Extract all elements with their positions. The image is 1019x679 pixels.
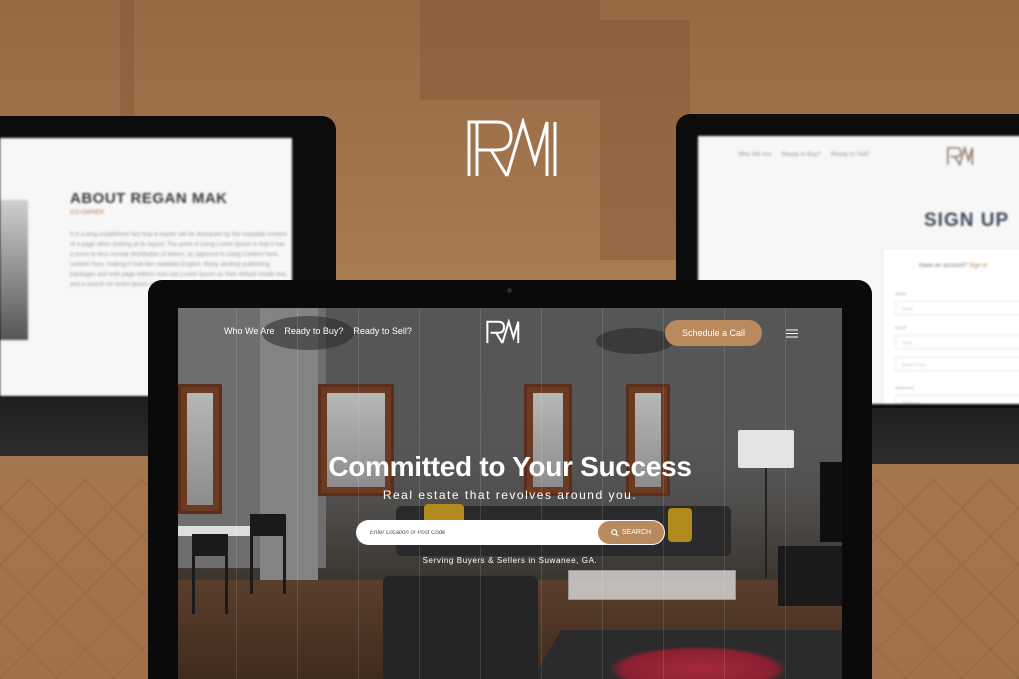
- signup-card: Have an account? Sign in Name* Name Emai…: [882, 248, 1019, 404]
- camera: [507, 288, 512, 293]
- bg-shelf: [420, 0, 600, 100]
- nav-ready-to-buy[interactable]: Ready to Buy?: [284, 326, 343, 336]
- preview-nav: Who We Are Ready to Buy? Ready to Sell?: [738, 152, 870, 158]
- email-field[interactable]: Email: [895, 335, 1019, 349]
- phone-field[interactable]: Mobile Phone: [895, 357, 1019, 371]
- nav-ready-to-sell[interactable]: Ready to Sell?: [353, 326, 412, 336]
- rm-logo-icon[interactable]: [485, 319, 523, 345]
- signup-title: SIGN UP: [924, 210, 1010, 231]
- rm-logo-icon: [947, 146, 974, 166]
- search-icon: [611, 528, 619, 537]
- name-field[interactable]: Name: [895, 301, 1019, 315]
- about-subtitle: CO-OWNER: [70, 210, 104, 216]
- field-label: Email*: [895, 325, 907, 330]
- search-button-label: SEARCH: [621, 529, 652, 536]
- preview-nav-item: Ready to Buy?: [781, 152, 821, 158]
- search-bar: SEARCH: [356, 520, 665, 545]
- hero-subtitle: Real estate that revolves around you.: [382, 488, 638, 502]
- password-field[interactable]: Password: [895, 395, 1019, 404]
- field-label: Password*: [895, 385, 915, 390]
- have-account-label: Have an account?: [919, 263, 968, 269]
- preview-nav-item: Who We Are: [738, 152, 772, 158]
- have-account-text: Have an account? Sign in: [919, 263, 987, 269]
- main-nav: Who We Are Ready to Buy? Ready to Sell?: [224, 326, 412, 336]
- about-title: ABOUT REGAN MAK: [70, 190, 228, 207]
- homepage-screen: Who We Are Ready to Buy? Ready to Sell? …: [178, 308, 842, 679]
- serving-text: Serving Buyers & Sellers in Suwanee, GA.: [422, 556, 598, 565]
- about-photo: [0, 200, 28, 340]
- hero-title: Committed to Your Success: [328, 451, 692, 482]
- main-laptop: Who We Are Ready to Buy? Ready to Sell? …: [148, 280, 872, 679]
- search-input[interactable]: [370, 520, 590, 545]
- rm-logo-icon: [467, 118, 557, 177]
- preview-nav-item: Ready to Sell?: [830, 152, 870, 158]
- nav-who-we-are[interactable]: Who We Are: [224, 326, 274, 336]
- field-label: Name*: [895, 291, 908, 296]
- search-button[interactable]: SEARCH: [598, 521, 664, 544]
- hamburger-menu-icon[interactable]: [786, 329, 798, 338]
- sign-in-link[interactable]: Sign in: [969, 263, 987, 269]
- schedule-call-button[interactable]: Schedule a Call: [665, 320, 762, 346]
